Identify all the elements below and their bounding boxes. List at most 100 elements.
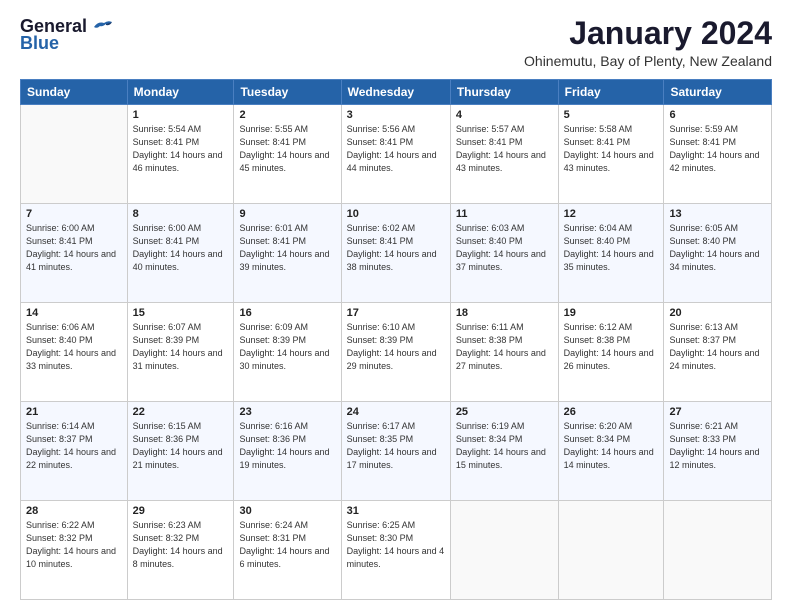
day-number: 7 [26,208,122,220]
day-number: 16 [239,307,335,319]
day-number: 17 [347,307,445,319]
col-monday: Monday [127,80,234,105]
day-info: Sunrise: 5:57 AM Sunset: 8:41 PM Dayligh… [456,123,553,175]
calendar-page: General Blue January 2024 Ohinemutu, Bay… [0,0,792,612]
week-row-3: 14Sunrise: 6:06 AM Sunset: 8:40 PM Dayli… [21,303,772,402]
day-cell: 25Sunrise: 6:19 AM Sunset: 8:34 PM Dayli… [450,402,558,501]
day-number: 24 [347,406,445,418]
day-cell: 13 Sunrise: 6:05 AM Sunset: 8:40 PM Dayli… [664,204,772,303]
day-cell: 12 Sunrise: 6:04 AM Sunset: 8:40 PM Dayli… [558,204,664,303]
logo-blue: Blue [20,33,59,54]
day-number: 20 [669,307,766,319]
day-number: 26 [564,406,659,418]
day-cell: 6 Sunrise: 5:59 AM Sunset: 8:41 PM Daylig… [664,105,772,204]
day-number: 30 [239,505,335,517]
day-cell: 5 Sunrise: 5:58 AM Sunset: 8:41 PM Daylig… [558,105,664,204]
day-cell [664,501,772,600]
day-info: Sunrise: 6:01 AM Sunset: 8:41 PM Dayligh… [239,222,335,274]
day-cell: 28Sunrise: 6:22 AM Sunset: 8:32 PM Dayli… [21,501,128,600]
day-cell: 4 Sunrise: 5:57 AM Sunset: 8:41 PM Daylig… [450,105,558,204]
day-info: Sunrise: 6:25 AM Sunset: 8:30 PM Dayligh… [347,519,445,571]
day-number: 9 [239,208,335,220]
day-info: Sunrise: 6:21 AM Sunset: 8:33 PM Dayligh… [669,420,766,472]
day-info: Sunrise: 6:00 AM Sunset: 8:41 PM Dayligh… [26,222,122,274]
day-number: 21 [26,406,122,418]
day-number: 5 [564,109,659,121]
day-info: Sunrise: 5:56 AM Sunset: 8:41 PM Dayligh… [347,123,445,175]
day-cell [558,501,664,600]
day-info: Sunrise: 6:16 AM Sunset: 8:36 PM Dayligh… [239,420,335,472]
col-friday: Friday [558,80,664,105]
day-number: 18 [456,307,553,319]
day-cell: 14Sunrise: 6:06 AM Sunset: 8:40 PM Dayli… [21,303,128,402]
col-thursday: Thursday [450,80,558,105]
day-number: 29 [133,505,229,517]
day-number: 31 [347,505,445,517]
day-info: Sunrise: 6:24 AM Sunset: 8:31 PM Dayligh… [239,519,335,571]
day-cell: 26 Sunrise: 6:20 AM Sunset: 8:34 PM Dayli… [558,402,664,501]
day-cell: 18 Sunrise: 6:11 AM Sunset: 8:38 PM Dayli… [450,303,558,402]
day-cell: 31 Sunrise: 6:25 AM Sunset: 8:30 PM Dayli… [341,501,450,600]
day-info: Sunrise: 5:59 AM Sunset: 8:41 PM Dayligh… [669,123,766,175]
day-cell: 29 Sunrise: 6:23 AM Sunset: 8:32 PM Dayli… [127,501,234,600]
day-info: Sunrise: 5:55 AM Sunset: 8:41 PM Dayligh… [239,123,335,175]
day-cell: 8 Sunrise: 6:00 AM Sunset: 8:41 PM Daylig… [127,204,234,303]
day-number: 10 [347,208,445,220]
day-cell: 16Sunrise: 6:09 AM Sunset: 8:39 PM Dayli… [234,303,341,402]
day-info: Sunrise: 6:15 AM Sunset: 8:36 PM Dayligh… [133,420,229,472]
day-info: Sunrise: 6:12 AM Sunset: 8:38 PM Dayligh… [564,321,659,373]
day-cell: 19 Sunrise: 6:12 AM Sunset: 8:38 PM Dayli… [558,303,664,402]
header: General Blue January 2024 Ohinemutu, Bay… [20,16,772,69]
day-number: 28 [26,505,122,517]
day-info: Sunrise: 6:19 AM Sunset: 8:34 PM Dayligh… [456,420,553,472]
logo: General Blue [20,16,114,54]
day-info: Sunrise: 5:54 AM Sunset: 8:41 PM Dayligh… [133,123,229,175]
day-number: 4 [456,109,553,121]
col-wednesday: Wednesday [341,80,450,105]
day-cell: 21 Sunrise: 6:14 AM Sunset: 8:37 PM Dayli… [21,402,128,501]
day-info: Sunrise: 6:04 AM Sunset: 8:40 PM Dayligh… [564,222,659,274]
day-info: Sunrise: 5:58 AM Sunset: 8:41 PM Dayligh… [564,123,659,175]
title-area: January 2024 Ohinemutu, Bay of Plenty, N… [524,16,772,69]
day-number: 27 [669,406,766,418]
day-number: 14 [26,307,122,319]
location-subtitle: Ohinemutu, Bay of Plenty, New Zealand [524,53,772,69]
day-number: 2 [239,109,335,121]
day-info: Sunrise: 6:23 AM Sunset: 8:32 PM Dayligh… [133,519,229,571]
day-number: 8 [133,208,229,220]
day-cell [450,501,558,600]
day-info: Sunrise: 6:02 AM Sunset: 8:41 PM Dayligh… [347,222,445,274]
day-info: Sunrise: 6:07 AM Sunset: 8:39 PM Dayligh… [133,321,229,373]
day-cell: 10 Sunrise: 6:02 AM Sunset: 8:41 PM Dayli… [341,204,450,303]
day-number: 15 [133,307,229,319]
day-info: Sunrise: 6:11 AM Sunset: 8:38 PM Dayligh… [456,321,553,373]
day-info: Sunrise: 6:05 AM Sunset: 8:40 PM Dayligh… [669,222,766,274]
day-info: Sunrise: 6:20 AM Sunset: 8:34 PM Dayligh… [564,420,659,472]
day-info: Sunrise: 6:17 AM Sunset: 8:35 PM Dayligh… [347,420,445,472]
day-number: 12 [564,208,659,220]
day-number: 22 [133,406,229,418]
week-row-5: 28Sunrise: 6:22 AM Sunset: 8:32 PM Dayli… [21,501,772,600]
calendar-table: Sunday Monday Tuesday Wednesday Thursday… [20,79,772,600]
week-row-1: 1 Sunrise: 5:54 AM Sunset: 8:41 PM Daylig… [21,105,772,204]
day-cell: 11Sunrise: 6:03 AM Sunset: 8:40 PM Dayli… [450,204,558,303]
day-number: 1 [133,109,229,121]
day-cell: 17 Sunrise: 6:10 AM Sunset: 8:39 PM Dayli… [341,303,450,402]
day-number: 13 [669,208,766,220]
col-saturday: Saturday [664,80,772,105]
day-cell: 7 Sunrise: 6:00 AM Sunset: 8:41 PM Daylig… [21,204,128,303]
day-cell: 1 Sunrise: 5:54 AM Sunset: 8:41 PM Daylig… [127,105,234,204]
month-title: January 2024 [524,16,772,51]
day-number: 6 [669,109,766,121]
logo-bird-icon [92,19,114,35]
day-info: Sunrise: 6:10 AM Sunset: 8:39 PM Dayligh… [347,321,445,373]
day-cell: 15 Sunrise: 6:07 AM Sunset: 8:39 PM Dayli… [127,303,234,402]
col-sunday: Sunday [21,80,128,105]
day-info: Sunrise: 6:03 AM Sunset: 8:40 PM Dayligh… [456,222,553,274]
day-cell: 30 Sunrise: 6:24 AM Sunset: 8:31 PM Dayli… [234,501,341,600]
week-row-4: 21 Sunrise: 6:14 AM Sunset: 8:37 PM Dayli… [21,402,772,501]
day-info: Sunrise: 6:14 AM Sunset: 8:37 PM Dayligh… [26,420,122,472]
day-info: Sunrise: 6:00 AM Sunset: 8:41 PM Dayligh… [133,222,229,274]
day-number: 19 [564,307,659,319]
day-number: 3 [347,109,445,121]
